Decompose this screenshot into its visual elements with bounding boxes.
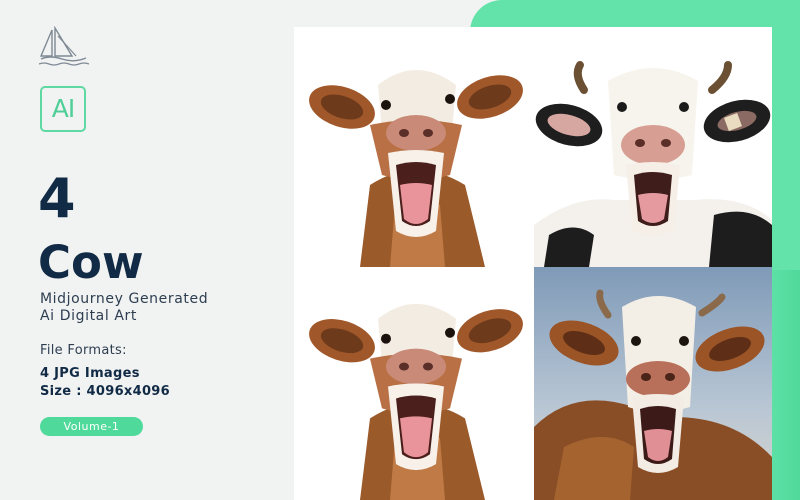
product-subtitle: Midjourney Generated Ai Digital Art <box>40 291 208 325</box>
file-formats-label: File Formats: <box>40 343 127 358</box>
cow-image-brown-sky <box>534 267 772 500</box>
cow-image-brown-1 <box>300 35 532 267</box>
file-formats-detail: 4 JPG Images Size : 4096x4096 <box>40 365 170 401</box>
cow-image-black-white <box>534 35 772 267</box>
volume-badge: Volume-1 <box>40 417 143 436</box>
sailboat-logo-icon <box>38 25 90 70</box>
image-count: 4 <box>38 167 76 230</box>
ai-badge-icon: AI <box>40 86 86 132</box>
subtitle-line-1: Midjourney Generated <box>40 291 209 307</box>
cow-image-brown-2 <box>300 269 532 500</box>
image-size-text: Size : 4096x4096 <box>40 384 171 399</box>
jpg-count-text: 4 JPG Images <box>40 366 140 381</box>
product-title: Cow <box>38 236 144 289</box>
subtitle-line-2: Ai Digital Art <box>40 308 137 324</box>
